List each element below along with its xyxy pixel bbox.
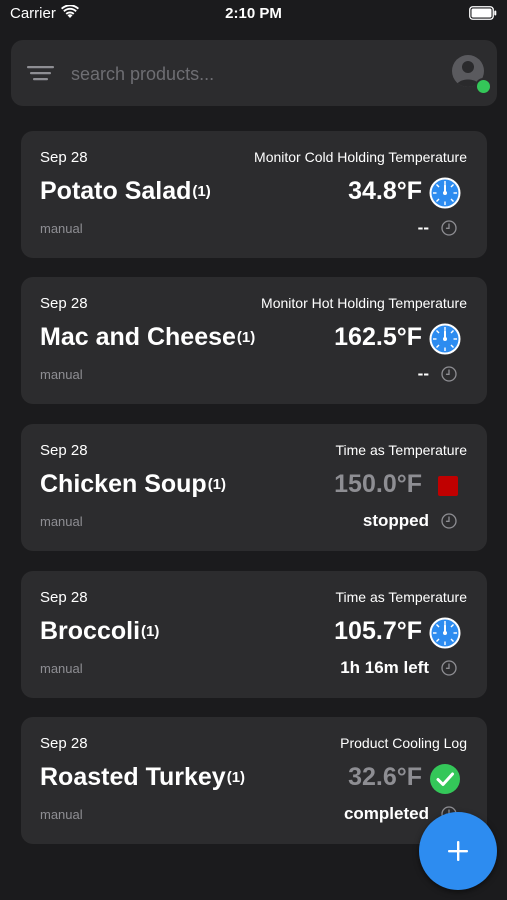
temperature-value: 162.5°F — [334, 323, 422, 351]
search-input[interactable] — [69, 58, 433, 90]
entry-source: manual — [40, 807, 83, 822]
product-card[interactable]: Sep 28 Monitor Hot Holding Temperature M… — [21, 277, 487, 404]
temperature-value: 105.7°F — [334, 617, 422, 645]
card-log-type: Time as Temperature — [335, 442, 468, 458]
stop-icon — [438, 476, 458, 496]
temperature-value: 34.8°F — [348, 177, 422, 205]
card-log-type: Monitor Cold Holding Temperature — [254, 149, 467, 165]
temperature-value: 32.6°F — [348, 763, 422, 791]
card-log-type: Time as Temperature — [335, 589, 468, 605]
clock-icon — [441, 220, 457, 241]
plus-icon — [448, 841, 468, 861]
clock-icon — [441, 660, 457, 681]
card-date: Sep 28 — [40, 442, 88, 459]
battery-icon — [469, 6, 497, 25]
product-count: (1) — [207, 476, 227, 493]
status-text: -- — [417, 364, 429, 383]
status-text: -- — [417, 218, 429, 237]
product-name: Broccoli(1) — [40, 617, 159, 646]
online-status-dot — [475, 78, 492, 95]
product-card[interactable]: Sep 28 Monitor Cold Holding Temperature … — [21, 131, 487, 258]
add-button[interactable] — [419, 812, 497, 890]
product-name-text: Chicken Soup — [40, 470, 207, 498]
search-bar — [11, 40, 497, 106]
status-text: completed — [343, 804, 429, 823]
card-date: Sep 28 — [40, 149, 88, 166]
product-name: Potato Salad(1) — [40, 177, 211, 206]
product-name-text: Broccoli — [40, 617, 141, 645]
product-count: (1) — [141, 623, 160, 640]
card-log-type: Product Cooling Log — [340, 735, 467, 751]
product-name: Chicken Soup(1) — [40, 470, 226, 499]
entry-source: manual — [40, 514, 83, 529]
product-count: (1) — [192, 183, 211, 200]
product-card[interactable]: Sep 28 Product Cooling Log Roasted Turke… — [21, 717, 487, 844]
gauge-icon — [429, 617, 461, 649]
entry-source: manual — [40, 367, 83, 382]
card-date: Sep 28 — [40, 589, 88, 606]
entry-source: manual — [40, 661, 83, 676]
status-text: stopped — [362, 511, 429, 530]
product-card[interactable]: Sep 28 Time as Temperature Chicken Soup(… — [21, 424, 487, 551]
product-name: Mac and Cheese(1) — [40, 323, 255, 352]
clock-icon — [441, 513, 457, 534]
check-icon — [429, 763, 461, 795]
product-count: (1) — [226, 769, 246, 786]
status-text: 1h 16m left — [340, 658, 429, 677]
status-bar: Carrier 2:10 PM — [0, 0, 507, 30]
gauge-icon — [429, 323, 461, 355]
card-date: Sep 28 — [40, 735, 88, 752]
card-date: Sep 28 — [40, 295, 88, 312]
clock-time: 2:10 PM — [225, 5, 282, 22]
product-name: Roasted Turkey(1) — [40, 763, 245, 792]
filter-icon[interactable] — [27, 64, 55, 87]
product-card[interactable]: Sep 28 Time as Temperature Broccoli(1) 1… — [21, 571, 487, 698]
product-name-text: Mac and Cheese — [40, 323, 236, 351]
card-log-type: Monitor Hot Holding Temperature — [261, 295, 467, 311]
entry-source: manual — [40, 221, 83, 236]
product-name-text: Potato Salad — [40, 177, 192, 205]
clock-icon — [441, 366, 457, 387]
product-name-text: Roasted Turkey — [40, 763, 226, 791]
product-count: (1) — [236, 329, 256, 346]
gauge-icon — [429, 177, 461, 209]
temperature-value: 150.0°F — [334, 470, 422, 498]
